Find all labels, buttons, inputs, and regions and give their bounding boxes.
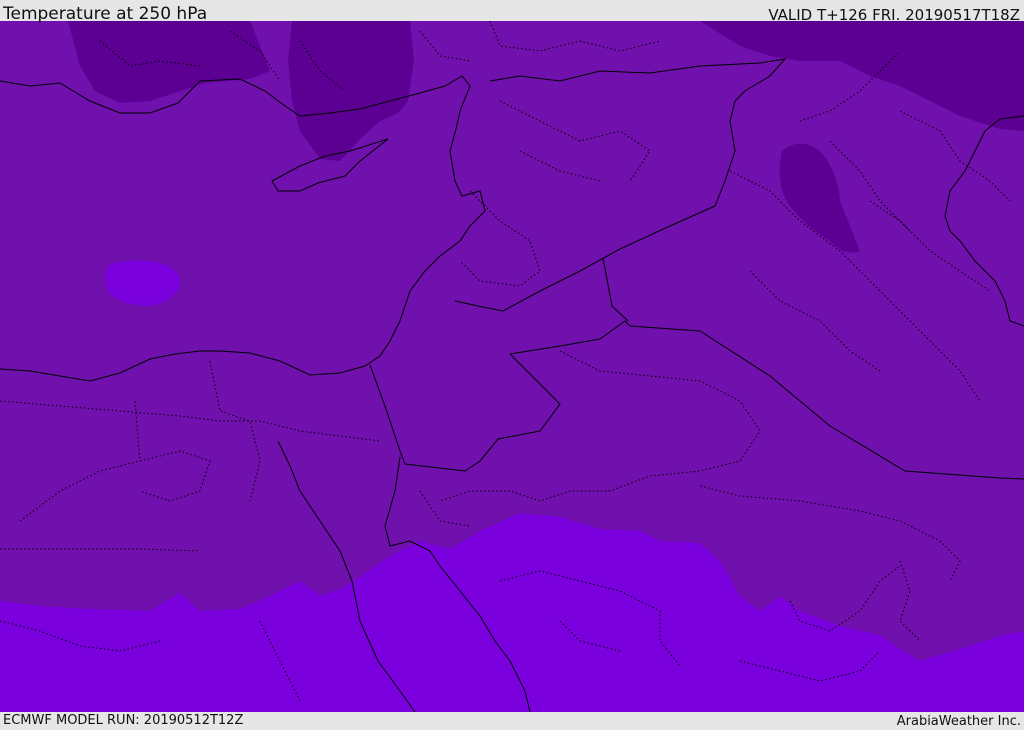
map-title: Temperature at 250 hPa xyxy=(3,4,208,24)
weather-map-frame: Temperature at 250 hPa VALID T+126 FRI. … xyxy=(0,0,1024,729)
model-run-label: ECMWF MODEL RUN: 20190512T12Z xyxy=(3,713,244,728)
credit-label: ArabiaWeather Inc. xyxy=(896,714,1021,729)
valid-time-label: VALID T+126 FRI. 20190517T18Z xyxy=(768,6,1020,24)
temperature-map xyxy=(0,21,1024,712)
